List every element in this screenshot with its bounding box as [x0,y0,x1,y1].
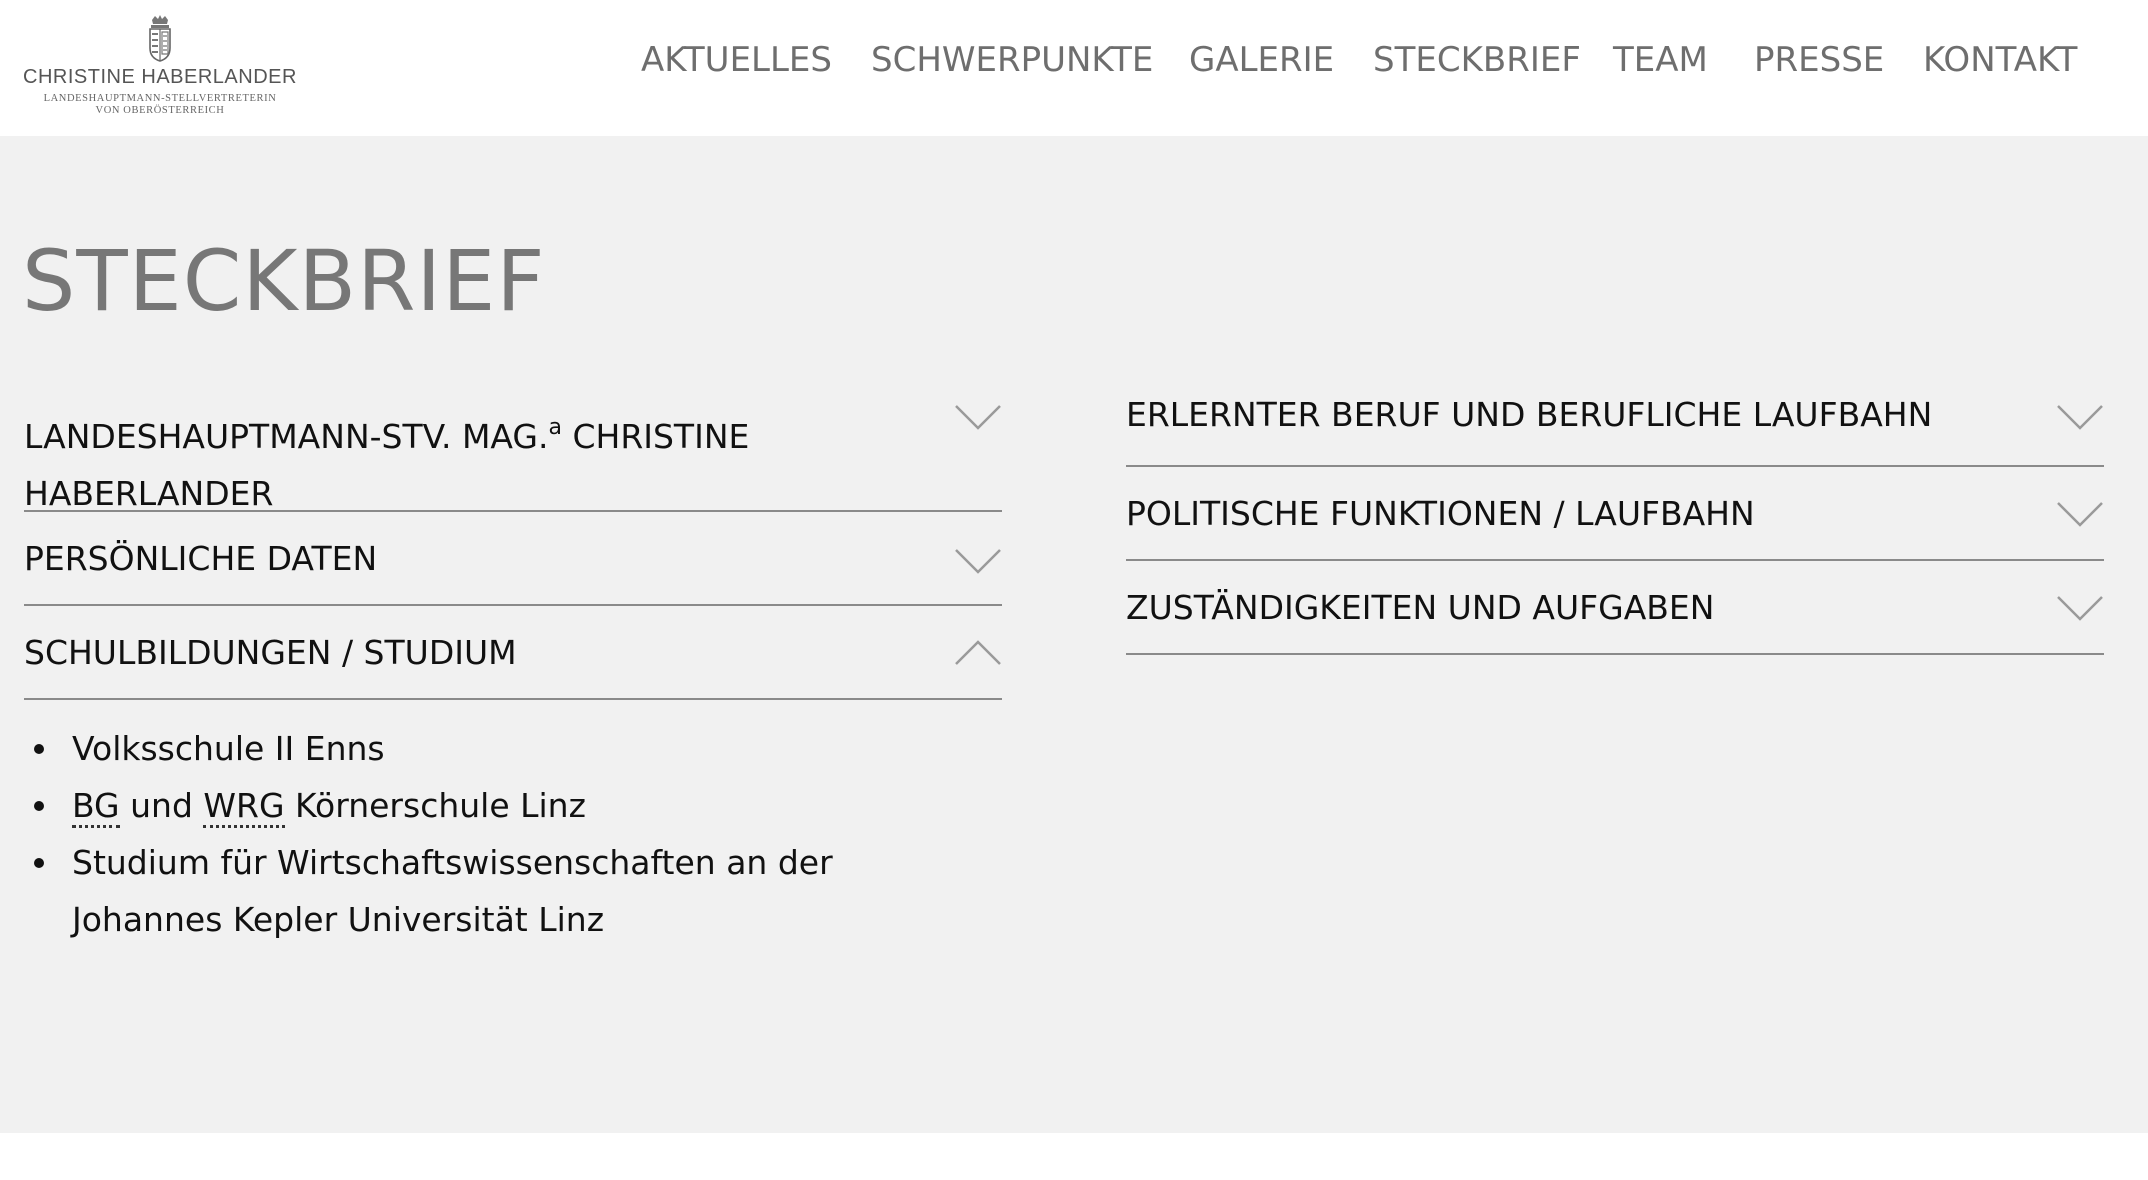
accordion-item-politische-funktionen[interactable]: POLITISCHE FUNKTIONEN / LAUFBAHN [1126,467,2104,561]
accordion-content-schulbildungen: Volksschule II Enns BG und WRG Körnersch… [24,700,1002,948]
main-nav: AKTUELLES SCHWERPUNKTE GALERIE STECKBRIE… [0,40,2148,88]
footer-strip [0,1133,2148,1180]
nav-item-team[interactable]: TEAM [1613,40,1708,80]
accordion-header[interactable]: LANDESHAUPTMANN-STV. MAG.a CHRISTINE HAB… [24,384,1002,522]
accordion-header[interactable]: SCHULBILDUNGEN / STUDIUM [24,606,1002,681]
nav-item-presse[interactable]: PRESSE [1754,40,1884,80]
chevron-up-icon[interactable] [954,638,1002,668]
list-item: Volksschule II Enns [24,720,1002,777]
abbr-wrg[interactable]: WRG [203,786,285,828]
page-title: STECKBRIEF [22,232,546,330]
accordion-right: ERLERNTER BERUF UND BERUFLICHE LAUFBAHN … [1126,372,2104,655]
list-item: Studium für Wirtschaftswissenschaften an… [24,834,844,948]
chevron-down-icon[interactable] [954,402,1002,432]
logo-subtitle-line2: VON OBERÖSTERREICH [95,105,225,116]
accordion-header[interactable]: POLITISCHE FUNKTIONEN / LAUFBAHN [1126,467,2104,542]
chevron-down-icon[interactable] [2056,593,2104,623]
accordion-header-label: LANDESHAUPTMANN-STV. MAG.a CHRISTINE HAB… [24,415,750,514]
nav-item-steckbrief[interactable]: STECKBRIEF [1373,40,1581,80]
accordion-header[interactable]: PERSÖNLICHE DATEN [24,512,1002,587]
nav-item-galerie[interactable]: GALERIE [1189,40,1334,80]
site-header: CHRISTINE HABERLANDER LANDESHAUPTMANN-ST… [0,0,2148,136]
accordion-left: LANDESHAUPTMANN-STV. MAG.a CHRISTINE HAB… [24,384,1002,948]
accordion-item-name[interactable]: LANDESHAUPTMANN-STV. MAG.a CHRISTINE HAB… [24,384,1002,513]
education-list: Volksschule II Enns BG und WRG Körnersch… [24,720,1002,948]
list-item: BG und WRG Körnerschule Linz [24,777,1002,834]
nav-item-kontakt[interactable]: KONTAKT [1923,40,2077,80]
accordion-item-zustaendigkeiten[interactable]: ZUSTÄNDIGKEITEN UND AUFGABEN [1126,561,2104,655]
accordion-header[interactable]: ZUSTÄNDIGKEITEN UND AUFGABEN [1126,561,2104,636]
chevron-down-icon[interactable] [2056,499,2104,529]
accordion-item-beruf[interactable]: ERLERNTER BERUF UND BERUFLICHE LAUFBAHN [1126,372,2104,467]
accordion-item-schulbildungen[interactable]: SCHULBILDUNGEN / STUDIUM [24,606,1002,700]
abbr-bg[interactable]: BG [72,786,120,828]
nav-item-aktuelles[interactable]: AKTUELLES [641,40,832,80]
accordion-header[interactable]: ERLERNTER BERUF UND BERUFLICHE LAUFBAHN [1126,372,2104,443]
accordion-item-persoenliche-daten[interactable]: PERSÖNLICHE DATEN [24,512,1002,606]
main-content: STECKBRIEF LANDESHAUPTMANN-STV. MAG.a CH… [0,136,2148,1133]
chevron-down-icon[interactable] [954,546,1002,576]
chevron-down-icon[interactable] [2056,402,2104,432]
logo-subtitle-line1: LANDESHAUPTMANN-STELLVERTRETERIN [43,93,277,104]
nav-item-schwerpunkte[interactable]: SCHWERPUNKTE [871,40,1153,80]
